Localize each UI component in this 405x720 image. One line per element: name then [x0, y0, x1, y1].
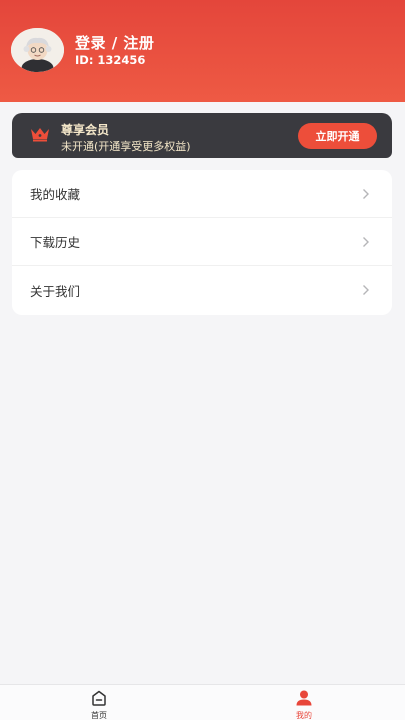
user-icon: [296, 690, 312, 706]
chevron-right-icon: [363, 236, 369, 247]
chevron-right-icon: [363, 188, 369, 199]
tab-mine[interactable]: 我的: [284, 689, 324, 720]
avatar[interactable]: [11, 28, 64, 72]
chevron-right-icon: [363, 285, 369, 295]
tab-home[interactable]: 首页: [79, 689, 119, 720]
profile-header: 登录 / 注册 ID: 132456: [0, 0, 405, 102]
user-id: ID: 132456: [75, 53, 146, 67]
vip-subtitle: 未开通(开通享受更多权益): [61, 140, 191, 153]
menu-item-favorites[interactable]: 我的收藏: [12, 170, 392, 218]
menu-item-label: 我的收藏: [30, 187, 81, 202]
menu-item-about-us[interactable]: 关于我们: [12, 266, 392, 314]
menu-item-download-history[interactable]: 下载历史: [12, 218, 392, 266]
tab-label: 首页: [91, 711, 107, 720]
login-register-link[interactable]: 登录 / 注册: [75, 32, 154, 53]
bottom-tab-bar: 首页 我的: [0, 684, 405, 720]
avatar-image: [11, 28, 64, 72]
home-icon: [92, 690, 106, 706]
tab-label: 我的: [296, 711, 312, 720]
activate-vip-button[interactable]: 立即开通: [298, 123, 377, 149]
vip-title: 尊享会员: [61, 123, 110, 137]
menu-list: 我的收藏 下载历史 关于我们: [12, 170, 392, 315]
menu-item-label: 关于我们: [30, 283, 81, 299]
vip-membership-card[interactable]: 尊享会员 未开通(开通享受更多权益) 立即开通: [12, 113, 392, 158]
crown-icon: [31, 128, 49, 142]
menu-item-label: 下载历史: [30, 235, 81, 250]
